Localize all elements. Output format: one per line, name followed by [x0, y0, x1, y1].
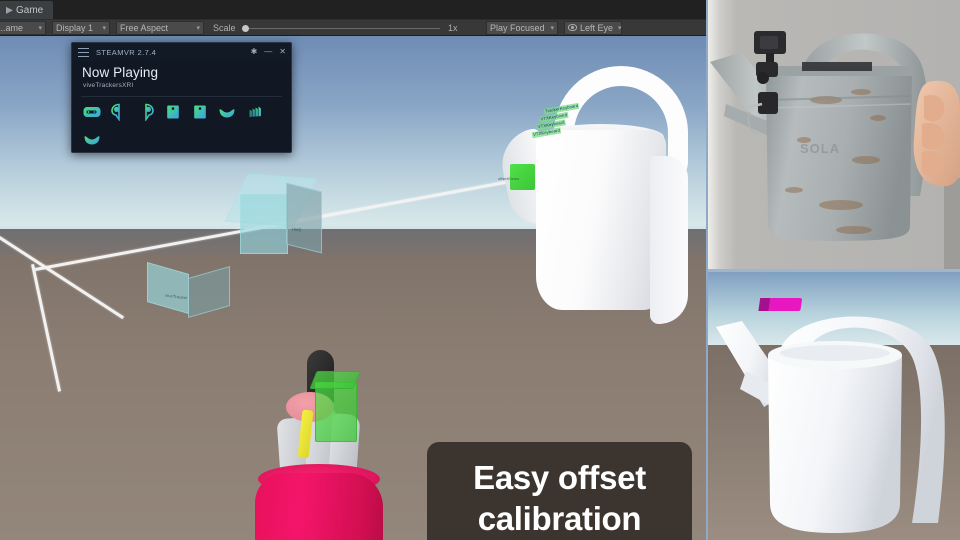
aspect-dropdown-label: Free Aspect: [120, 22, 169, 33]
chevron-down-icon: ▾: [102, 24, 106, 32]
screenshot-root: Game ...ame ▾ Display 1 ▾ Free Aspect ▾ …: [0, 0, 960, 540]
game-view-icon: [6, 6, 13, 14]
chevron-down-icon: ▾: [38, 24, 42, 32]
aspect-dropdown[interactable]: Free Aspect ▾: [116, 20, 204, 35]
tracked-box-large-front: [240, 194, 288, 254]
scale-slider[interactable]: 1x: [240, 22, 458, 34]
device-base-station-1-icon[interactable]: [164, 103, 182, 121]
device-controller-right-icon[interactable]: [137, 103, 155, 121]
minimize-icon[interactable]: —: [264, 47, 272, 57]
unity-game-view: Game ...ame ▾ Display 1 ▾ Free Aspect ▾ …: [0, 0, 706, 540]
panel-left-edge: [706, 0, 708, 540]
eye-dropdown-label: Left Eye: [580, 22, 614, 33]
steamvr-status-window[interactable]: STEAMVR 2.7.4 ✱ — ✕ Now Playing viveTrac…: [71, 42, 292, 153]
scale-slider-track: [247, 27, 440, 29]
unity-game-toolbar: ...ame ▾ Display 1 ▾ Free Aspect ▾ Scale…: [0, 19, 706, 36]
play-mode-label: Play Focused: [490, 22, 545, 33]
device-controller-left-icon[interactable]: [110, 103, 128, 121]
now-playing-label: Now Playing: [82, 65, 159, 80]
device-tracker-2-icon[interactable]: [245, 103, 263, 121]
caption-box: Easy offset calibration: [427, 442, 692, 540]
controller-grip-body: [255, 473, 383, 540]
device-base-station-2-icon[interactable]: [191, 103, 209, 121]
panel-divider: [706, 269, 960, 272]
tab-game-label: Game: [16, 5, 44, 16]
watering-can-handle-lower: [650, 156, 688, 324]
virtual-watering-can-render: [706, 271, 960, 540]
watering-can-body: [536, 130, 666, 310]
chevron-down-icon: ▾: [550, 24, 554, 32]
caption-line-2: calibration: [477, 500, 642, 537]
tracked-box-large-side: [286, 182, 322, 254]
tracked-box-large-label: HMD: [291, 226, 302, 233]
chevron-down-icon: ▾: [196, 24, 200, 32]
display-dropdown[interactable]: Display 1 ▾: [52, 20, 110, 35]
device-headset-icon[interactable]: [83, 103, 101, 121]
offset-gizmo-cube-controller-top: [309, 371, 361, 389]
eye-dropdown[interactable]: Left Eye ▾: [564, 20, 622, 35]
running-app-name: viveTrackersXRI: [83, 82, 134, 89]
steamvr-title-bar: STEAMVR 2.7.4 ✱ — ✕: [72, 43, 291, 61]
caption-line-1: Easy offset: [473, 459, 646, 496]
play-mode-dropdown[interactable]: Play Focused ▾: [486, 20, 558, 35]
svg-text:SOLA: SOLA: [800, 141, 840, 156]
camera-dropdown-label: ...ame: [0, 22, 24, 33]
scale-value: 1x: [448, 22, 458, 33]
device-tracker-3-icon[interactable]: [83, 130, 101, 148]
camera-dropdown[interactable]: ...ame ▾: [0, 20, 46, 35]
tab-game[interactable]: Game: [0, 1, 54, 19]
steamvr-window-title: STEAMVR 2.7.4: [96, 47, 157, 57]
tracker-label-3: VTXKeyboard: [531, 127, 562, 139]
scale-slider-handle[interactable]: [241, 24, 249, 32]
display-dropdown-label: Display 1: [56, 22, 94, 33]
unity-tab-bar: Game: [0, 0, 706, 19]
steamvr-device-list: [72, 97, 277, 148]
offset-gizmo-spout-label: offsetGizmo: [498, 177, 520, 181]
offset-gizmo-cube-controller: [315, 382, 357, 442]
hamburger-menu-icon[interactable]: [78, 47, 89, 57]
chevron-down-icon: ▾: [618, 24, 622, 32]
scale-label: Scale: [213, 22, 236, 33]
close-icon[interactable]: ✕: [279, 47, 286, 57]
settings-icon[interactable]: ✱: [251, 47, 258, 57]
real-watering-can-photo: SOLA: [706, 0, 960, 271]
device-tracker-1-icon[interactable]: [218, 103, 236, 121]
stereo-eye-icon: [568, 23, 577, 32]
